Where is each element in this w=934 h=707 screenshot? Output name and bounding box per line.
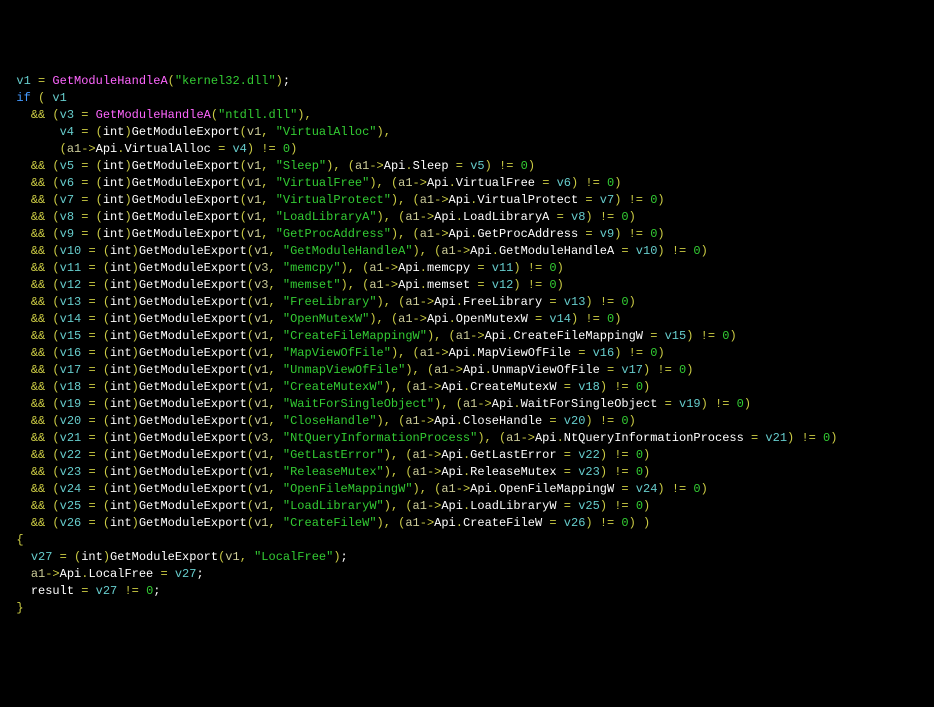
decompiled-code-block: v1 = GetModuleHandleA("kernel32.dll"); i… xyxy=(2,73,932,617)
